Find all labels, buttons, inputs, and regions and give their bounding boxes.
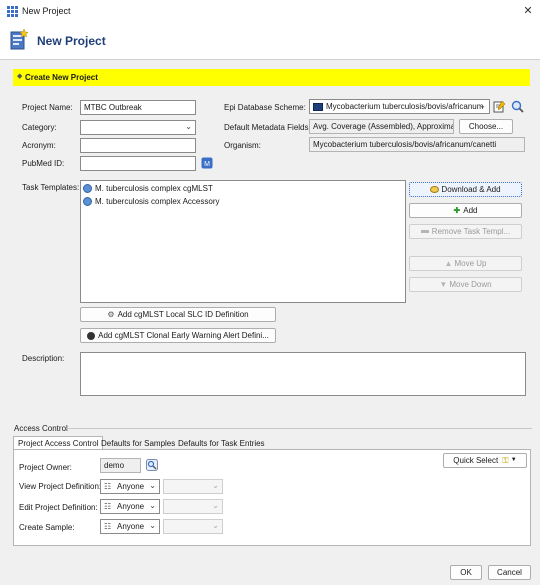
project-owner-label: Project Owner: bbox=[19, 463, 72, 472]
move-down-button[interactable]: ▼ Move Down bbox=[409, 277, 522, 292]
quick-select-button[interactable]: Quick Select ⚿ ▼ bbox=[443, 453, 527, 468]
project-name-label: Project Name: bbox=[22, 103, 73, 112]
download-add-button[interactable]: Download & Add bbox=[409, 182, 522, 197]
banner-title: Create New Project bbox=[25, 73, 98, 82]
create-sample-select[interactable]: ☷ Anyone ⌄ bbox=[100, 519, 160, 534]
add-slc-definition-button[interactable]: ⚙ Add cgMLST Local SLC ID Definition bbox=[80, 307, 276, 322]
task-templates-label: Task Templates: bbox=[22, 183, 80, 192]
chevron-down-icon: ⌄ bbox=[149, 501, 156, 510]
arrow-up-icon: ▲ bbox=[444, 259, 453, 269]
category-label: Category: bbox=[22, 123, 57, 132]
chevron-down-icon: ⌄ bbox=[212, 501, 219, 510]
arrow-down-icon: ▼ bbox=[439, 280, 448, 290]
create-sample-secondary-select[interactable]: ⌄ bbox=[163, 519, 223, 534]
view-project-select[interactable]: ☷ Anyone ⌄ bbox=[100, 479, 160, 494]
epi-scheme-select[interactable]: Mycobacterium tuberculosis/bovis/african… bbox=[309, 99, 490, 114]
group-icon: ☷ bbox=[104, 502, 112, 511]
window-title: New Project bbox=[22, 6, 71, 16]
edit-scheme-icon[interactable] bbox=[493, 100, 506, 113]
group-icon: ☷ bbox=[104, 522, 112, 531]
organism-value: Mycobacterium tuberculosis/bovis/african… bbox=[309, 137, 525, 152]
chevron-down-icon: ⌄ bbox=[212, 521, 219, 530]
globe-icon bbox=[83, 184, 92, 193]
user-search-icon[interactable] bbox=[146, 459, 158, 471]
search-scheme-icon[interactable] bbox=[511, 100, 524, 113]
choose-metadata-button[interactable]: Choose... bbox=[459, 119, 513, 134]
remove-template-button[interactable]: Remove Task Templ... bbox=[409, 224, 522, 239]
app-icon bbox=[7, 6, 18, 17]
project-owner-value: demo bbox=[100, 458, 141, 473]
tab-project-access-control[interactable]: Project Access Control bbox=[13, 436, 104, 449]
close-icon[interactable]: ✕ bbox=[520, 3, 536, 19]
minus-icon bbox=[420, 230, 429, 234]
view-project-secondary-select[interactable]: ⌄ bbox=[163, 479, 223, 494]
epi-scheme-value: Mycobacterium tuberculosis/bovis/african… bbox=[326, 102, 484, 111]
window-titlebar bbox=[0, 0, 540, 22]
chevron-down-icon: ⌄ bbox=[149, 521, 156, 530]
metadata-fields-value: Avg. Coverage (Assembled), Approximat bbox=[309, 119, 454, 134]
add-template-button[interactable]: ✚ Add bbox=[409, 203, 522, 218]
chevron-down-icon: ⌄ bbox=[149, 481, 156, 490]
organism-label: Organism: bbox=[224, 141, 261, 150]
list-item[interactable]: M. tuberculosis complex cgMLST bbox=[83, 184, 213, 195]
acronym-label: Acronym: bbox=[22, 141, 56, 150]
database-icon bbox=[313, 103, 323, 111]
description-label: Description: bbox=[22, 354, 65, 363]
task-templates-list[interactable]: M. tuberculosis complex cgMLST M. tuberc… bbox=[80, 180, 406, 303]
view-project-label: View Project Definition: bbox=[19, 482, 102, 491]
key-icon: ⚿ bbox=[502, 456, 509, 466]
edit-project-select[interactable]: ☷ Anyone ⌄ bbox=[100, 499, 160, 514]
group-icon: ☷ bbox=[104, 482, 112, 491]
download-icon bbox=[430, 186, 440, 194]
pubmed-lookup-icon[interactable]: M bbox=[201, 157, 213, 169]
banner-bullet-icon: ◆ bbox=[17, 73, 23, 80]
add-early-warning-button[interactable]: Add cgMLST Clonal Early Warning Alert De… bbox=[80, 328, 276, 343]
pubmed-input[interactable] bbox=[80, 156, 196, 171]
access-control-title: Access Control bbox=[14, 424, 68, 433]
create-sample-label: Create Sample: bbox=[19, 523, 75, 532]
chevron-down-icon: ▼ bbox=[510, 457, 517, 464]
dialog-title: New Project bbox=[37, 34, 106, 48]
acronym-input[interactable] bbox=[80, 138, 196, 153]
network-icon: ⚙ bbox=[107, 310, 115, 320]
cancel-button[interactable]: Cancel bbox=[488, 565, 531, 580]
svg-text:M: M bbox=[204, 161, 210, 168]
chevron-down-icon: ⌄ bbox=[212, 481, 219, 490]
project-name-input[interactable]: MTBC Outbreak bbox=[80, 100, 196, 115]
edit-project-secondary-select[interactable]: ⌄ bbox=[163, 499, 223, 514]
chevron-down-icon: ⌄ bbox=[185, 122, 192, 131]
divider bbox=[66, 428, 532, 429]
edit-project-label: Edit Project Definition: bbox=[19, 503, 98, 512]
project-wizard-icon bbox=[10, 29, 28, 50]
metadata-fields-label: Default Metadata Fields: bbox=[224, 123, 311, 132]
chevron-down-icon: ⌄ bbox=[479, 101, 486, 110]
ok-button[interactable]: OK bbox=[450, 565, 482, 580]
category-select[interactable]: ⌄ bbox=[80, 120, 196, 135]
description-input[interactable] bbox=[80, 352, 526, 396]
epi-scheme-label: Epi Database Scheme: bbox=[224, 103, 306, 112]
globe-icon bbox=[83, 197, 92, 206]
alert-icon bbox=[87, 331, 96, 340]
move-up-button[interactable]: ▲ Move Up bbox=[409, 256, 522, 271]
pubmed-label: PubMed ID: bbox=[22, 159, 65, 168]
plus-icon: ✚ bbox=[453, 206, 461, 216]
list-item[interactable]: M. tuberculosis complex Accessory bbox=[83, 197, 220, 208]
